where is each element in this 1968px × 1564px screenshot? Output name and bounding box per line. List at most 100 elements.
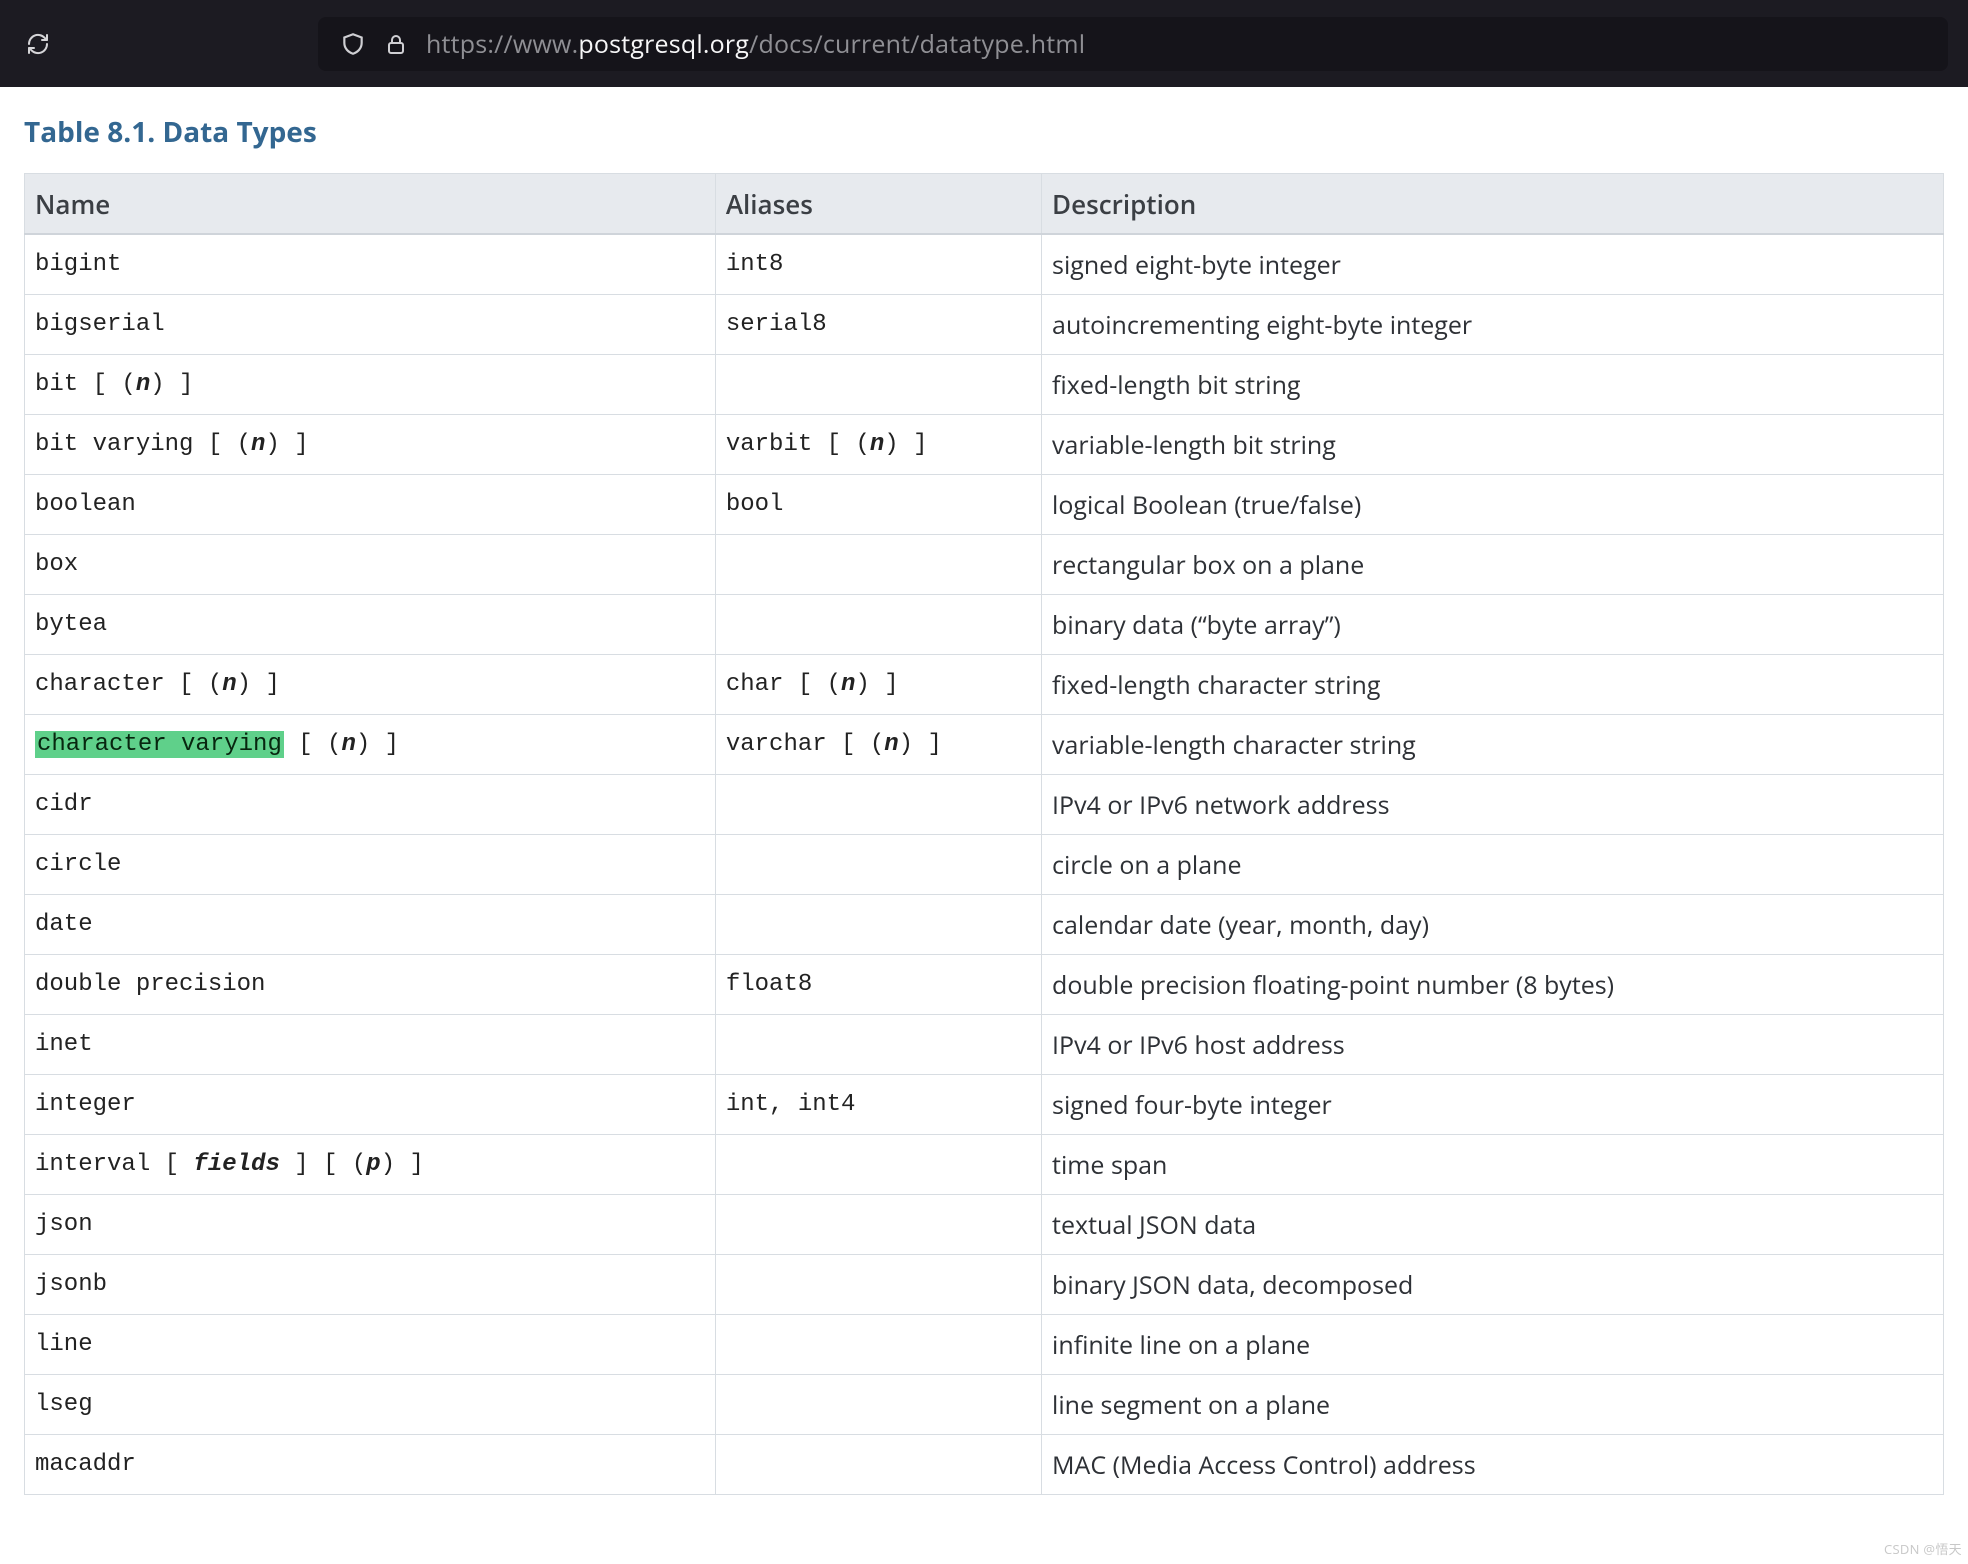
- lock-icon: [384, 32, 408, 56]
- table-row: inetIPv4 or IPv6 host address: [25, 1015, 1944, 1075]
- table-row: line infinite line on a plane: [25, 1315, 1944, 1375]
- cell-description: binary data (“byte array”): [1042, 595, 1944, 655]
- cell-description: variable-length character string: [1042, 715, 1944, 775]
- cell-description: rectangular box on a plane: [1042, 535, 1944, 595]
- cell-description: infinite line on a plane: [1042, 1315, 1944, 1375]
- cell-description: MAC (Media Access Control) address: [1042, 1435, 1944, 1495]
- cell-description: line segment on a plane: [1042, 1375, 1944, 1435]
- cell-aliases: [715, 1015, 1041, 1075]
- cell-name: bit [ (n) ]: [25, 355, 716, 415]
- cell-aliases: float8: [715, 955, 1041, 1015]
- table-row: box rectangular box on a plane: [25, 535, 1944, 595]
- watermark: CSDN @悟天: [1884, 1539, 1962, 1558]
- reload-button[interactable]: [20, 26, 56, 62]
- page-content: Table 8.1. Data Types Name Aliases Descr…: [0, 87, 1968, 1495]
- cell-aliases: varbit [ (n) ]: [715, 415, 1041, 475]
- cell-aliases: char [ (n) ]: [715, 655, 1041, 715]
- cell-name: circle: [25, 835, 716, 895]
- cell-name: integer: [25, 1075, 716, 1135]
- cell-description: IPv4 or IPv6 network address: [1042, 775, 1944, 835]
- cell-aliases: [715, 1195, 1041, 1255]
- table-row: json textual JSON data: [25, 1195, 1944, 1255]
- url-bar[interactable]: https://www.postgresql.org/docs/current/…: [318, 17, 1948, 71]
- col-header-description: Description: [1042, 174, 1944, 235]
- table-row: double precisionfloat8double precision f…: [25, 955, 1944, 1015]
- cell-name: bit varying [ (n) ]: [25, 415, 716, 475]
- table-row: interval [ fields ] [ (p) ] time span: [25, 1135, 1944, 1195]
- cell-description: binary JSON data, decomposed: [1042, 1255, 1944, 1315]
- cell-aliases: [715, 1375, 1041, 1435]
- cell-name: inet: [25, 1015, 716, 1075]
- table-row: bit varying [ (n) ]varbit [ (n) ]variabl…: [25, 415, 1944, 475]
- table-row: bit [ (n) ] fixed-length bit string: [25, 355, 1944, 415]
- table-row: cidr IPv4 or IPv6 network address: [25, 775, 1944, 835]
- cell-aliases: [715, 835, 1041, 895]
- data-types-table: Name Aliases Description bigintint8signe…: [24, 173, 1944, 1495]
- cell-description: fixed-length character string: [1042, 655, 1944, 715]
- cell-description: fixed-length bit string: [1042, 355, 1944, 415]
- url-scheme-sub: https://www.: [426, 27, 578, 61]
- table-header-row: Name Aliases Description: [25, 174, 1944, 235]
- table-caption: Table 8.1. Data Types: [24, 113, 1944, 151]
- cell-name: character varying [ (n) ]: [25, 715, 716, 775]
- url-path: /docs/current/datatype.html: [749, 27, 1085, 61]
- cell-name: boolean: [25, 475, 716, 535]
- cell-name: cidr: [25, 775, 716, 835]
- cell-aliases: serial8: [715, 295, 1041, 355]
- table-row: date calendar date (year, month, day): [25, 895, 1944, 955]
- cell-aliases: bool: [715, 475, 1041, 535]
- cell-description: autoincrementing eight-byte integer: [1042, 295, 1944, 355]
- cell-name: lseg: [25, 1375, 716, 1435]
- browser-toolbar: https://www.postgresql.org/docs/current/…: [0, 0, 1968, 87]
- table-row: lseg line segment on a plane: [25, 1375, 1944, 1435]
- cell-description: signed eight-byte integer: [1042, 234, 1944, 295]
- cell-aliases: [715, 775, 1041, 835]
- cell-aliases: [715, 895, 1041, 955]
- cell-description: variable-length bit string: [1042, 415, 1944, 475]
- table-row: character varying [ (n) ]varchar [ (n) ]…: [25, 715, 1944, 775]
- reload-icon: [26, 30, 50, 58]
- cell-aliases: [715, 595, 1041, 655]
- table-row: macaddr MAC (Media Access Control) addres…: [25, 1435, 1944, 1495]
- cell-name: box: [25, 535, 716, 595]
- cell-aliases: varchar [ (n) ]: [715, 715, 1041, 775]
- table-row: character [ (n) ]char [ (n) ]fixed-lengt…: [25, 655, 1944, 715]
- col-header-name: Name: [25, 174, 716, 235]
- cell-name: bytea: [25, 595, 716, 655]
- url-text: https://www.postgresql.org/docs/current/…: [426, 27, 1085, 61]
- cell-description: time span: [1042, 1135, 1944, 1195]
- table-row: booleanboollogical Boolean (true/false): [25, 475, 1944, 535]
- cell-name: bigint: [25, 234, 716, 295]
- cell-name: bigserial: [25, 295, 716, 355]
- cell-name: character [ (n) ]: [25, 655, 716, 715]
- table-row: circle circle on a plane: [25, 835, 1944, 895]
- table-row: bigserialserial8autoincrementing eight-b…: [25, 295, 1944, 355]
- shield-icon: [340, 31, 366, 57]
- cell-description: calendar date (year, month, day): [1042, 895, 1944, 955]
- table-row: integerint, int4signed four-byte integer: [25, 1075, 1944, 1135]
- url-domain: postgresql.org: [578, 27, 749, 61]
- cell-description: double precision floating-point number (…: [1042, 955, 1944, 1015]
- cell-aliases: int, int4: [715, 1075, 1041, 1135]
- cell-name: double precision: [25, 955, 716, 1015]
- cell-aliases: [715, 1135, 1041, 1195]
- cell-name: json: [25, 1195, 716, 1255]
- cell-name: date: [25, 895, 716, 955]
- table-row: jsonb binary JSON data, decomposed: [25, 1255, 1944, 1315]
- col-header-aliases: Aliases: [715, 174, 1041, 235]
- cell-name: macaddr: [25, 1435, 716, 1495]
- cell-aliases: [715, 1255, 1041, 1315]
- cell-aliases: int8: [715, 234, 1041, 295]
- cell-aliases: [715, 355, 1041, 415]
- cell-description: signed four-byte integer: [1042, 1075, 1944, 1135]
- cell-aliases: [715, 535, 1041, 595]
- cell-aliases: [715, 1435, 1041, 1495]
- cell-name: jsonb: [25, 1255, 716, 1315]
- table-row: bytea binary data (“byte array”): [25, 595, 1944, 655]
- cell-name: interval [ fields ] [ (p) ]: [25, 1135, 716, 1195]
- cell-description: textual JSON data: [1042, 1195, 1944, 1255]
- cell-description: logical Boolean (true/false): [1042, 475, 1944, 535]
- table-row: bigintint8signed eight-byte integer: [25, 234, 1944, 295]
- cell-name: line: [25, 1315, 716, 1375]
- cell-description: circle on a plane: [1042, 835, 1944, 895]
